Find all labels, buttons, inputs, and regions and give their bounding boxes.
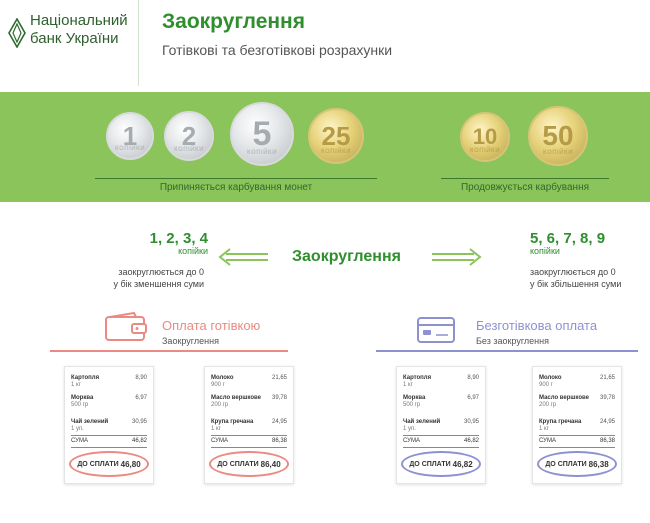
receipt-cashless-1: Картопля 8,90 1 кг Морква 6,97 500 гр Чай зе… — [396, 366, 486, 484]
rounding-title: Заокруглення — [292, 248, 401, 265]
pay-total: ДО СПЛАТИ 46,82 — [401, 451, 481, 477]
round-down-note-line-1: заокруглюється до 0 — [118, 267, 204, 277]
page-subtitle: Готівкові та безготівкові розрахунки — [162, 42, 393, 58]
receipt-item: Масло вершкове 39,78 200 гр — [211, 395, 287, 408]
receipt-cash-2: Молоко 21,65 900 г Масло вершкове 39,78 200 … — [204, 366, 294, 484]
receipt-item: Молоко 21,65 900 г — [211, 375, 287, 388]
round-up-digits: 5, 6, 7, 8, 9 — [530, 230, 606, 247]
coin-1-kopiyka: 1 КОПІЙКИ — [106, 112, 154, 160]
receipt-item: Масло вершкове 39,78 200 гр — [539, 395, 615, 408]
receipt-separator — [403, 447, 479, 448]
arrow-right-icon — [432, 248, 482, 266]
cashless-divider — [376, 350, 638, 352]
pay-total: ДО СПЛАТИ 86,40 — [209, 451, 289, 477]
pay-total: ДО СПЛАТИ 46,80 — [69, 451, 149, 477]
receipt-item: Морква 6,97 500 гр — [71, 395, 147, 408]
receipt-separator — [539, 447, 615, 448]
round-down-digits: 1, 2, 3, 4 — [149, 230, 208, 247]
nbu-logo-icon — [8, 18, 26, 48]
cash-payment-subtitle: Заокруглення — [162, 336, 219, 346]
receipt-separator — [71, 447, 147, 448]
receipt-item: Молоко 21,65 900 г — [539, 375, 615, 388]
coin-25-kopiyok: 25 КОПІЙКИ — [308, 108, 364, 164]
logo-line-1: Національний — [30, 12, 128, 29]
receipt-item: Крупа гречана 24,95 1 кг — [211, 419, 287, 432]
receipt-item: Картопля 8,90 1 кг — [71, 375, 147, 388]
receipt-item: Чай зелений 30,95 1 уп. — [71, 419, 147, 432]
continued-caption: Продовжується карбування — [460, 182, 590, 193]
receipt-sum: СУМА 86,38 — [211, 438, 287, 444]
receipt-item: Морква 6,97 500 гр — [403, 395, 479, 408]
coin-5-kopiyok: 5 КОПІЙКИ — [230, 102, 294, 166]
receipt-sum: СУМА 46,82 — [403, 438, 479, 444]
cashless-payment-subtitle: Без заокруглення — [476, 336, 549, 346]
coin-10-kopiyok: 10 КОПІЙКИ — [460, 112, 510, 162]
card-icon — [417, 317, 455, 343]
cashless-payment-title: Безготівкова оплата — [476, 318, 598, 333]
receipt-separator — [211, 447, 287, 448]
continued-line — [441, 178, 609, 179]
receipt-item: Крупа гречана 24,95 1 кг — [539, 419, 615, 432]
round-down-note: заокруглюється до 0 у бік зменшення суми — [38, 266, 204, 290]
round-up-unit: копійки — [530, 246, 560, 256]
page-header: Національний банк України Заокруглення Г… — [0, 0, 650, 86]
receipt-item: Чай зелений 30,95 1 уп. — [403, 419, 479, 432]
header-divider — [138, 0, 139, 86]
cash-divider — [50, 350, 288, 352]
receipt-sum: СУМА 86,38 — [539, 438, 615, 444]
receipt-cash-1: Картопля 8,90 1 кг Морква 6,97 500 гр Чай зе… — [64, 366, 154, 484]
cash-payment-title: Оплата готівкою — [162, 318, 261, 333]
receipt-sum: СУМА 46,82 — [71, 438, 147, 444]
receipt-item: Картопля 8,90 1 кг — [403, 375, 479, 388]
receipt-separator — [71, 435, 147, 436]
coin-50-kopiyok: 50 КОПІЙКИ — [528, 106, 588, 166]
round-down-unit: копійки — [178, 246, 208, 256]
round-up-note-line-2: у бік збільшення суми — [530, 279, 622, 289]
coin-2-kopiyky: 2 КОПІЙКИ — [164, 111, 214, 161]
receipt-separator — [403, 435, 479, 436]
discontinued-caption: Припиняється карбування монет — [159, 182, 313, 193]
pay-total: ДО СПЛАТИ 86,38 — [537, 451, 617, 477]
arrow-left-icon — [218, 248, 268, 266]
receipt-separator — [539, 435, 615, 436]
round-down-note-line-2: у бік зменшення суми — [113, 279, 204, 289]
logo-text: Національний банк України — [30, 12, 128, 48]
receipt-cashless-2: Молоко 21,65 900 г Масло вершкове 39,78 200 … — [532, 366, 622, 484]
round-up-note: заокруглюється до 0 у бік збільшення сум… — [530, 266, 650, 290]
discontinued-line — [95, 178, 377, 179]
round-up-note-line-1: заокруглюється до 0 — [530, 267, 616, 277]
page-title: Заокруглення — [162, 10, 305, 33]
wallet-icon — [105, 312, 147, 341]
logo-line-2: банк України — [30, 30, 119, 47]
receipt-separator — [211, 435, 287, 436]
